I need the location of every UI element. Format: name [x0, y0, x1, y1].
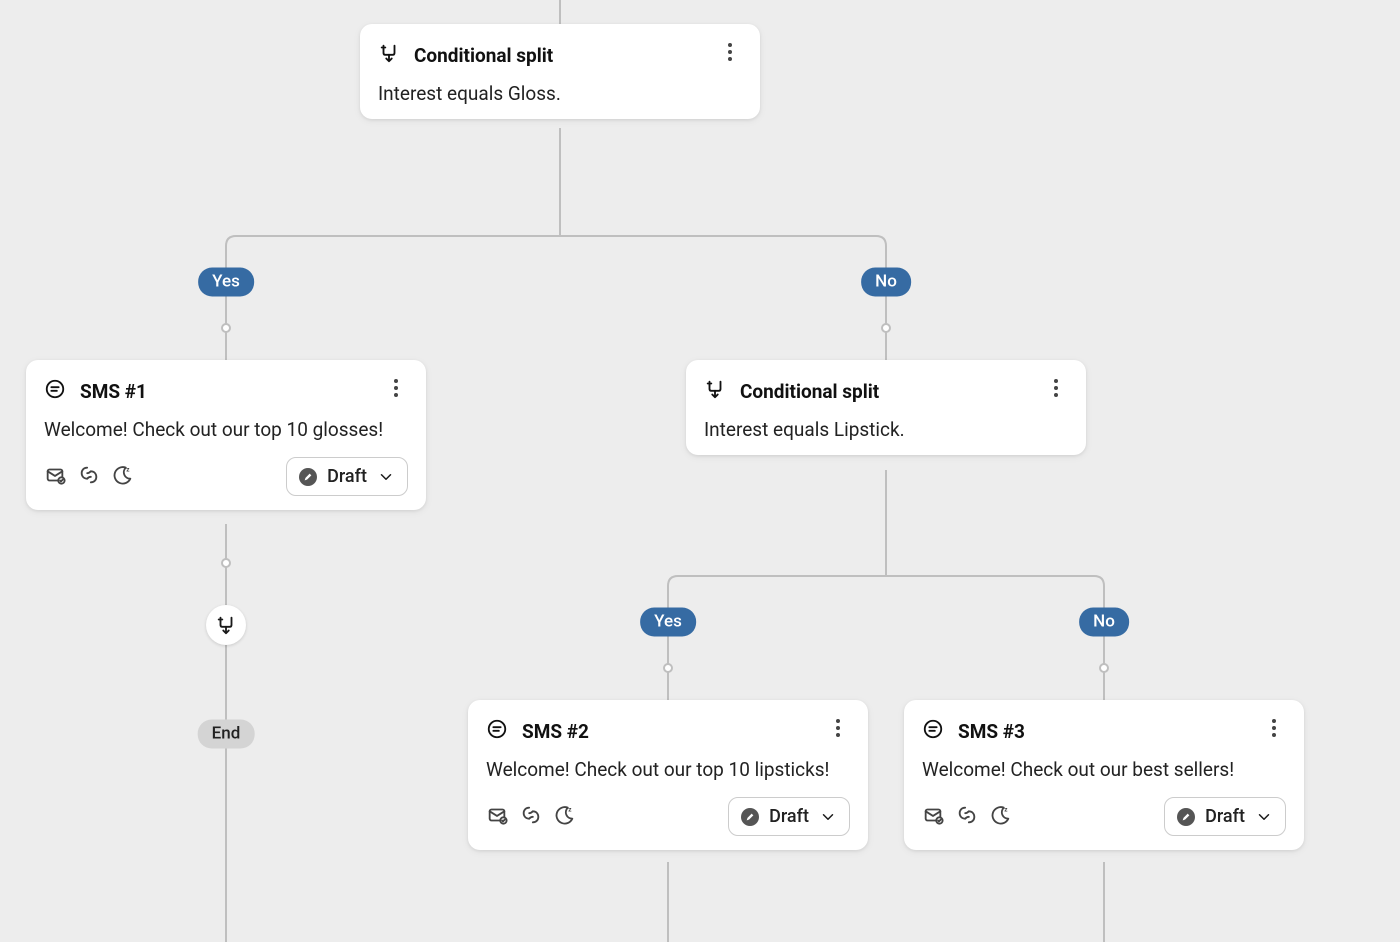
- more-icon: [728, 43, 732, 61]
- card-title: SMS #3: [958, 720, 1025, 743]
- branch-pill-yes: Yes: [198, 268, 254, 297]
- more-options-button[interactable]: [1258, 712, 1290, 744]
- draft-status-icon: [1177, 808, 1195, 826]
- node-port[interactable]: [663, 663, 673, 673]
- card-condition-text: Interest equals Lipstick.: [704, 418, 1068, 441]
- branch-pill-no: No: [861, 268, 911, 297]
- flow-canvas[interactable]: .wire{fill:none;stroke:#bfbfbf;stroke-wi…: [0, 0, 1400, 942]
- more-icon: [1272, 719, 1276, 737]
- sms-card[interactable]: SMS #1 Welcome! Check out our top 10 glo…: [26, 360, 426, 510]
- add-node-button[interactable]: [206, 605, 246, 645]
- utm-tracking-icon[interactable]: [78, 464, 100, 490]
- status-label: Draft: [1205, 806, 1245, 827]
- conditional-split-card[interactable]: Conditional split Interest equals Lipsti…: [686, 360, 1086, 455]
- quiet-hours-icon[interactable]: z: [112, 464, 134, 490]
- draft-status-icon: [741, 808, 759, 826]
- more-icon: [836, 719, 840, 737]
- svg-text:z: z: [1004, 805, 1008, 813]
- sms-icon: [922, 718, 944, 744]
- card-message-text: Welcome! Check out our top 10 glosses!: [44, 418, 408, 441]
- card-title: Conditional split: [414, 44, 553, 67]
- utm-tracking-icon[interactable]: [956, 804, 978, 830]
- chevron-down-icon: [819, 808, 837, 826]
- card-title: SMS #1: [80, 380, 147, 403]
- draft-status-icon: [299, 468, 317, 486]
- smart-sending-icon[interactable]: [44, 464, 66, 490]
- status-label: Draft: [769, 806, 809, 827]
- branch-pill-yes: Yes: [640, 608, 696, 637]
- status-select[interactable]: Draft: [1164, 797, 1286, 836]
- branch-pill-no: No: [1079, 608, 1129, 637]
- smart-sending-icon[interactable]: [922, 804, 944, 830]
- card-message-text: Welcome! Check out our best sellers!: [922, 758, 1286, 781]
- end-pill: End: [198, 720, 255, 749]
- status-select[interactable]: Draft: [728, 797, 850, 836]
- node-port[interactable]: [1099, 663, 1109, 673]
- conditional-split-card[interactable]: Conditional split Interest equals Gloss.: [360, 24, 760, 119]
- sms-icon: [486, 718, 508, 744]
- chevron-down-icon: [1255, 808, 1273, 826]
- chevron-down-icon: [377, 468, 395, 486]
- more-icon: [1054, 379, 1058, 397]
- status-label: Draft: [327, 466, 367, 487]
- sms-icon: [44, 378, 66, 404]
- node-port[interactable]: [221, 558, 231, 568]
- more-options-button[interactable]: [380, 372, 412, 404]
- status-select[interactable]: Draft: [286, 457, 408, 496]
- card-title: SMS #2: [522, 720, 589, 743]
- card-title: Conditional split: [740, 380, 879, 403]
- quiet-hours-icon[interactable]: z: [990, 804, 1012, 830]
- svg-text:z: z: [568, 805, 572, 813]
- card-condition-text: Interest equals Gloss.: [378, 82, 742, 105]
- split-icon: [378, 42, 400, 68]
- split-icon: [215, 614, 237, 636]
- more-options-button[interactable]: [714, 36, 746, 68]
- smart-sending-icon[interactable]: [486, 804, 508, 830]
- more-options-button[interactable]: [1040, 372, 1072, 404]
- node-port[interactable]: [881, 323, 891, 333]
- sms-card[interactable]: SMS #3 Welcome! Check out our best selle…: [904, 700, 1304, 850]
- utm-tracking-icon[interactable]: [520, 804, 542, 830]
- more-options-button[interactable]: [822, 712, 854, 744]
- split-icon: [704, 378, 726, 404]
- more-icon: [394, 379, 398, 397]
- sms-card[interactable]: SMS #2 Welcome! Check out our top 10 lip…: [468, 700, 868, 850]
- quiet-hours-icon[interactable]: z: [554, 804, 576, 830]
- node-port[interactable]: [221, 323, 231, 333]
- svg-text:z: z: [126, 465, 130, 473]
- card-message-text: Welcome! Check out our top 10 lipsticks!: [486, 758, 850, 781]
